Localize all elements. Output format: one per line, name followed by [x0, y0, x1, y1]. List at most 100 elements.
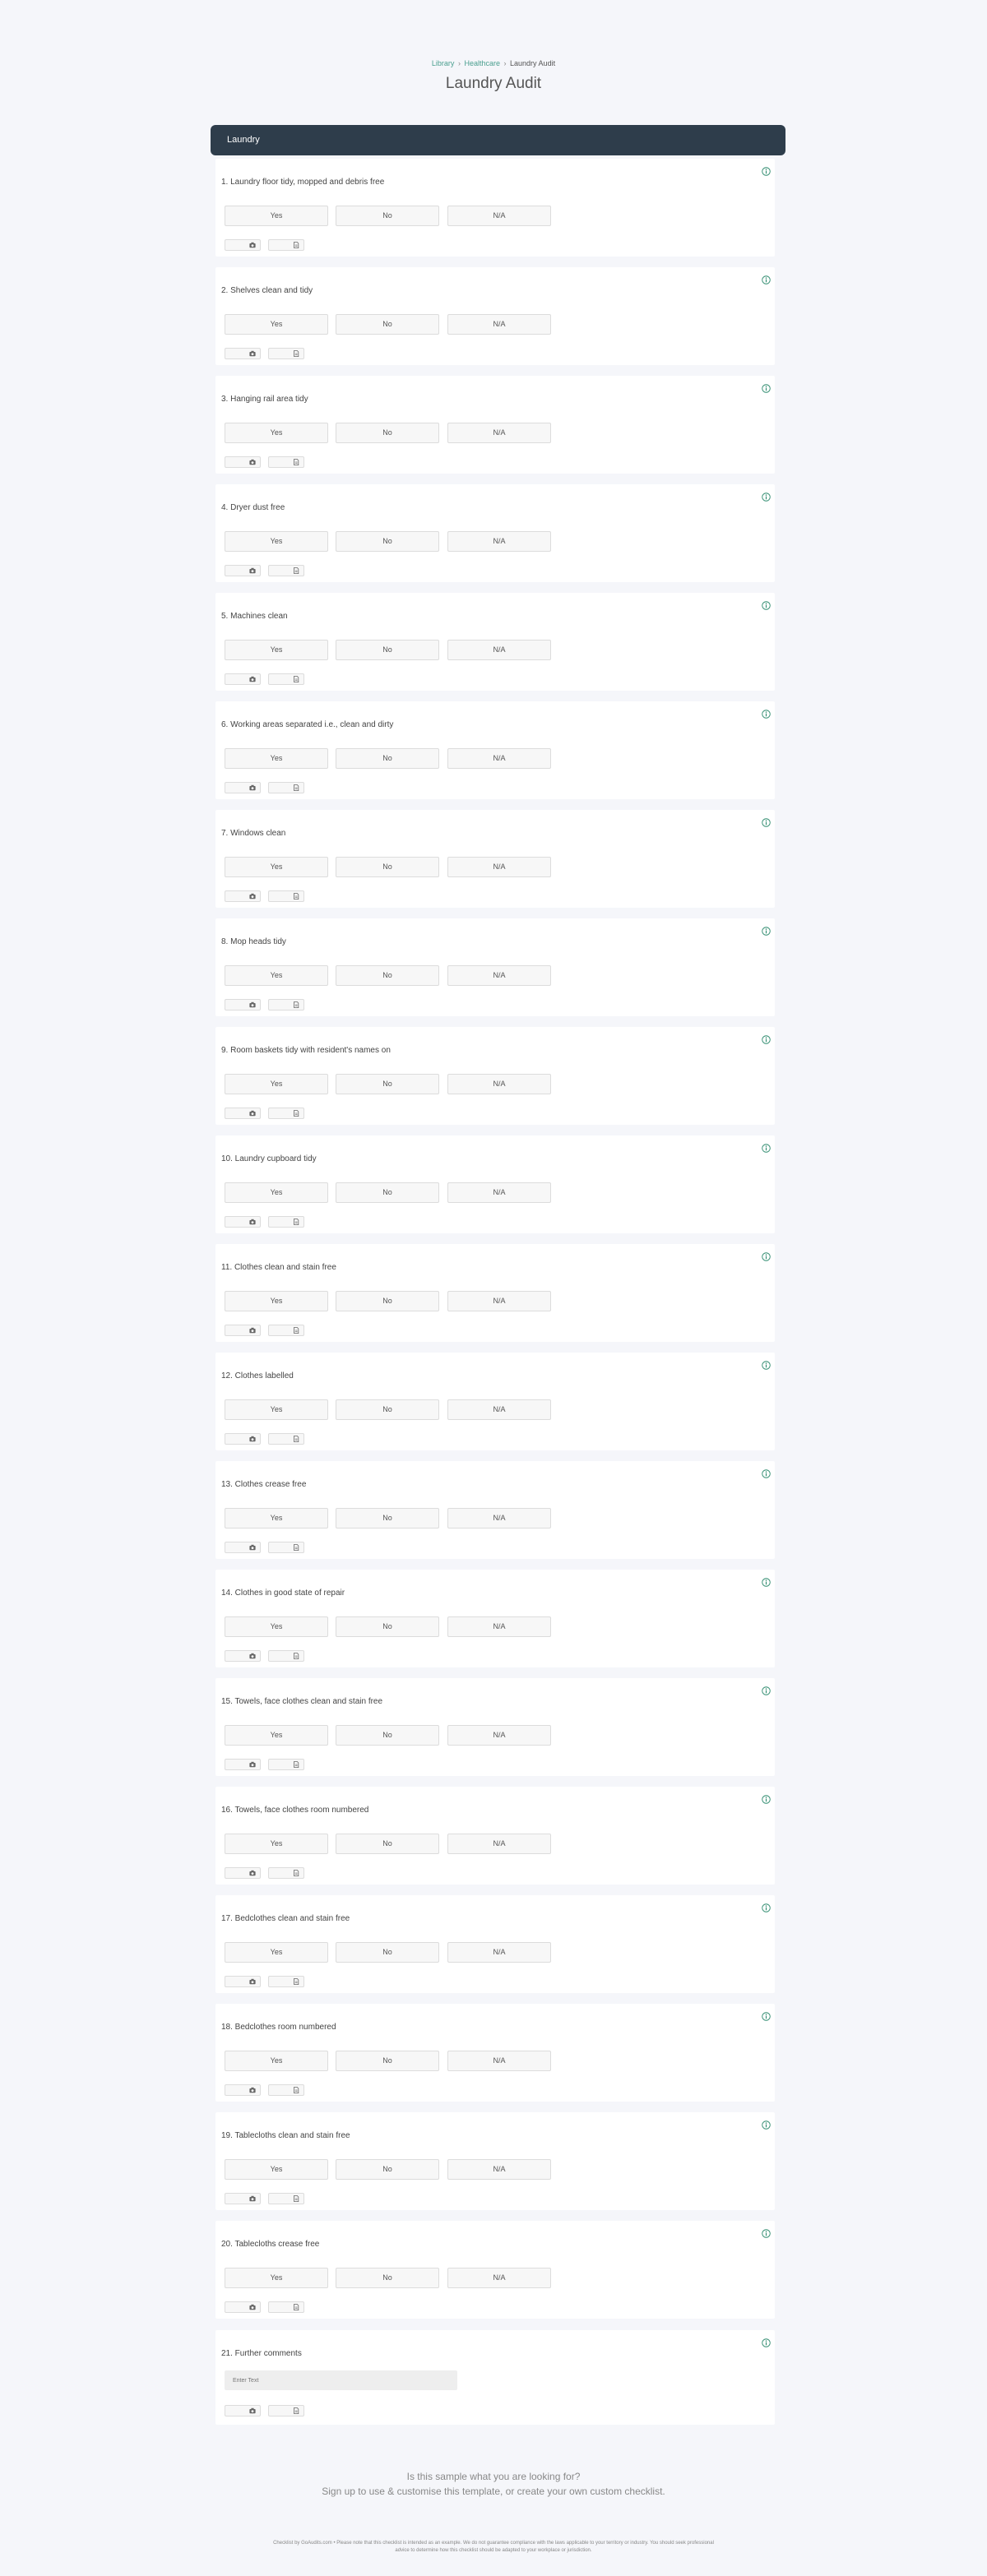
answer-yes-button[interactable]: Yes — [225, 531, 328, 552]
info-icon[interactable] — [762, 2120, 771, 2130]
answer-na-button[interactable]: N/A — [447, 1182, 551, 1203]
answer-na-button[interactable]: N/A — [447, 1399, 551, 1420]
answer-no-button[interactable]: No — [336, 1074, 439, 1094]
answer-na-button[interactable]: N/A — [447, 857, 551, 877]
answer-no-button[interactable]: No — [336, 314, 439, 335]
answer-no-button[interactable]: No — [336, 1399, 439, 1420]
add-photo-button[interactable] — [225, 2193, 261, 2204]
add-note-button[interactable] — [268, 2405, 304, 2416]
answer-yes-button[interactable]: Yes — [225, 965, 328, 986]
answer-na-button[interactable]: N/A — [447, 531, 551, 552]
answer-yes-button[interactable]: Yes — [225, 857, 328, 877]
add-note-button[interactable] — [268, 890, 304, 902]
add-photo-button[interactable] — [225, 1108, 261, 1119]
add-photo-button[interactable] — [225, 999, 261, 1011]
info-icon[interactable] — [762, 1686, 771, 1695]
add-note-button[interactable] — [268, 565, 304, 576]
info-icon[interactable] — [762, 818, 771, 827]
add-note-button[interactable] — [268, 239, 304, 251]
add-note-button[interactable] — [268, 1325, 304, 1336]
info-icon[interactable] — [762, 2229, 771, 2238]
add-note-button[interactable] — [268, 1216, 304, 1228]
answer-yes-button[interactable]: Yes — [225, 1616, 328, 1637]
answer-na-button[interactable]: N/A — [447, 1725, 551, 1746]
answer-no-button[interactable]: No — [336, 2159, 439, 2180]
answer-no-button[interactable]: No — [336, 1182, 439, 1203]
info-icon[interactable] — [762, 1035, 771, 1044]
answer-na-button[interactable]: N/A — [447, 423, 551, 443]
answer-na-button[interactable]: N/A — [447, 314, 551, 335]
info-icon[interactable] — [762, 275, 771, 284]
info-icon[interactable] — [762, 1252, 771, 1261]
add-photo-button[interactable] — [225, 348, 261, 359]
further-comments-input[interactable] — [225, 2370, 457, 2390]
add-photo-button[interactable] — [225, 1867, 261, 1879]
add-note-button[interactable] — [268, 2301, 304, 2313]
info-icon[interactable] — [762, 384, 771, 393]
info-icon[interactable] — [762, 601, 771, 610]
answer-na-button[interactable]: N/A — [447, 748, 551, 769]
info-icon[interactable] — [762, 710, 771, 719]
add-note-button[interactable] — [268, 456, 304, 468]
add-note-button[interactable] — [268, 1976, 304, 1987]
answer-no-button[interactable]: No — [336, 423, 439, 443]
answer-na-button[interactable]: N/A — [447, 640, 551, 660]
add-photo-button[interactable] — [225, 1650, 261, 1662]
answer-yes-button[interactable]: Yes — [225, 748, 328, 769]
answer-no-button[interactable]: No — [336, 206, 439, 226]
add-note-button[interactable] — [268, 1108, 304, 1119]
answer-no-button[interactable]: No — [336, 965, 439, 986]
answer-yes-button[interactable]: Yes — [225, 1834, 328, 1854]
answer-yes-button[interactable]: Yes — [225, 1399, 328, 1420]
answer-no-button[interactable]: No — [336, 1616, 439, 1637]
add-photo-button[interactable] — [225, 1433, 261, 1445]
answer-yes-button[interactable]: Yes — [225, 1074, 328, 1094]
info-icon[interactable] — [762, 2338, 771, 2347]
answer-na-button[interactable]: N/A — [447, 1074, 551, 1094]
answer-no-button[interactable]: No — [336, 2051, 439, 2071]
add-note-button[interactable] — [268, 2084, 304, 2096]
add-note-button[interactable] — [268, 348, 304, 359]
info-icon[interactable] — [762, 927, 771, 936]
answer-yes-button[interactable]: Yes — [225, 2268, 328, 2288]
add-photo-button[interactable] — [225, 1759, 261, 1770]
answer-na-button[interactable]: N/A — [447, 2051, 551, 2071]
add-note-button[interactable] — [268, 1433, 304, 1445]
add-photo-button[interactable] — [225, 565, 261, 576]
answer-yes-button[interactable]: Yes — [225, 1182, 328, 1203]
answer-no-button[interactable]: No — [336, 640, 439, 660]
answer-na-button[interactable]: N/A — [447, 1616, 551, 1637]
info-icon[interactable] — [762, 1361, 771, 1370]
answer-no-button[interactable]: No — [336, 1942, 439, 1963]
info-icon[interactable] — [762, 1578, 771, 1587]
answer-na-button[interactable]: N/A — [447, 2159, 551, 2180]
info-icon[interactable] — [762, 1469, 771, 1478]
signup-prompt-text[interactable]: Sign up to use & customise this template… — [0, 2484, 987, 2499]
add-photo-button[interactable] — [225, 1542, 261, 1553]
add-note-button[interactable] — [268, 1650, 304, 1662]
add-photo-button[interactable] — [225, 1325, 261, 1336]
answer-yes-button[interactable]: Yes — [225, 1508, 328, 1528]
add-photo-button[interactable] — [225, 456, 261, 468]
answer-na-button[interactable]: N/A — [447, 1508, 551, 1528]
info-icon[interactable] — [762, 1903, 771, 1912]
info-icon[interactable] — [762, 1144, 771, 1153]
add-photo-button[interactable] — [225, 890, 261, 902]
answer-yes-button[interactable]: Yes — [225, 640, 328, 660]
add-note-button[interactable] — [268, 782, 304, 793]
answer-na-button[interactable]: N/A — [447, 206, 551, 226]
answer-yes-button[interactable]: Yes — [225, 1291, 328, 1311]
answer-na-button[interactable]: N/A — [447, 965, 551, 986]
add-note-button[interactable] — [268, 999, 304, 1011]
add-photo-button[interactable] — [225, 239, 261, 251]
add-photo-button[interactable] — [225, 2301, 261, 2313]
add-photo-button[interactable] — [225, 673, 261, 685]
add-note-button[interactable] — [268, 1759, 304, 1770]
breadcrumb-library[interactable]: Library — [432, 59, 455, 67]
info-icon[interactable] — [762, 167, 771, 176]
add-photo-button[interactable] — [225, 1216, 261, 1228]
add-photo-button[interactable] — [225, 2405, 261, 2416]
answer-no-button[interactable]: No — [336, 2268, 439, 2288]
answer-yes-button[interactable]: Yes — [225, 1725, 328, 1746]
answer-no-button[interactable]: No — [336, 1508, 439, 1528]
